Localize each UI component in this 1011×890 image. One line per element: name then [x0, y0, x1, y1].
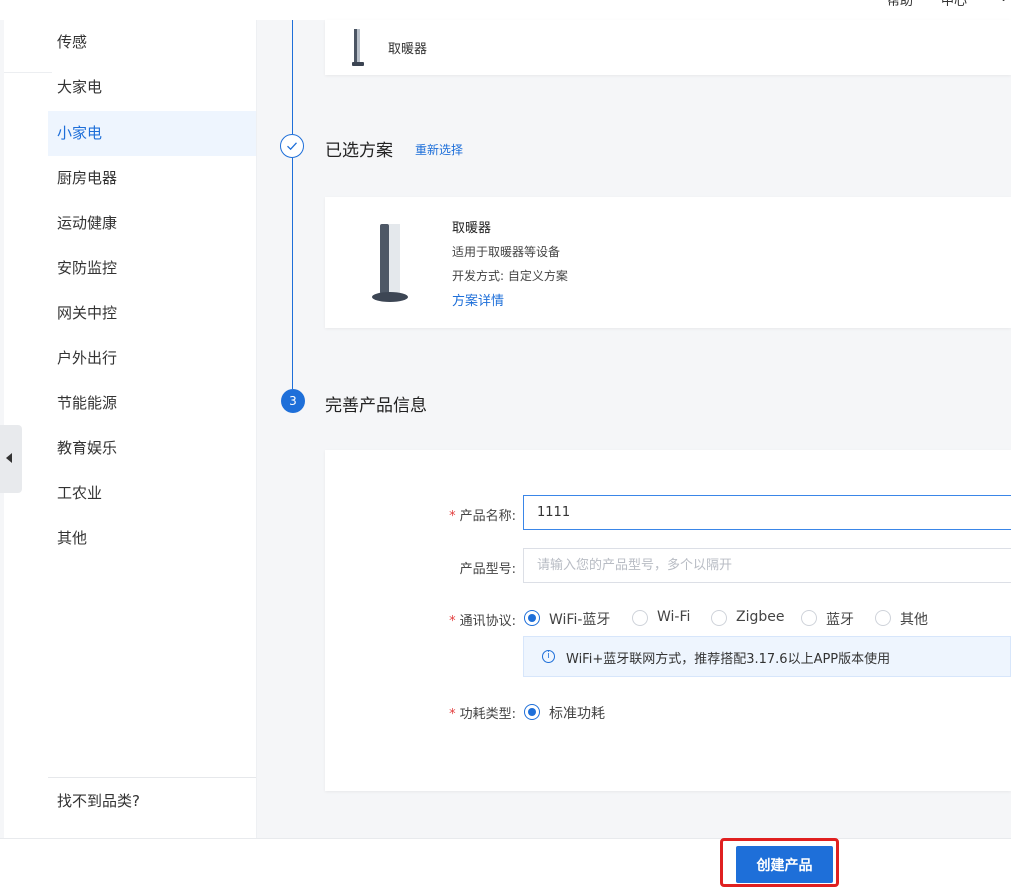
plan-detail-link[interactable]: 方案详情: [452, 290, 504, 309]
product-name-input[interactable]: [523, 495, 1011, 530]
power-type-label-text: 功耗类型:: [459, 707, 516, 722]
header-text-3[interactable]: ⌄: [998, 0, 1009, 5]
category-item-gateway[interactable]: 网关中控: [48, 291, 256, 336]
category-item-energy[interactable]: 节能能源: [48, 381, 256, 426]
category-item-other[interactable]: 其他: [48, 516, 256, 561]
plan-dev-mode: 开发方式: 自定义方案: [452, 269, 568, 283]
radio-selected-icon: [524, 610, 540, 626]
selected-product-card: [325, 20, 1011, 75]
heater-product-image: [372, 224, 408, 302]
radio-selected-icon: [524, 704, 540, 720]
radio-icon: [711, 610, 727, 626]
step3-title: 完善产品信息: [325, 396, 427, 416]
info-icon: i: [542, 650, 555, 663]
category-item-outdoor[interactable]: 户外出行: [48, 336, 256, 381]
chevron-left-icon: [6, 453, 12, 463]
radio-icon: [875, 610, 891, 626]
product-model-label: 产品型号:: [459, 562, 516, 577]
product-name-label: * 产品名称:: [366, 505, 516, 524]
required-mark: *: [449, 707, 456, 722]
protocol-tip: i WiFi+蓝牙联网方式，推荐搭配3.17.6以上APP版本使用: [523, 636, 1011, 677]
category-item-security[interactable]: 安防监控: [48, 246, 256, 291]
radio-label: Zigbee: [736, 609, 785, 625]
product-name-label-text: 产品名称:: [459, 509, 516, 524]
header-text-2[interactable]: 中心: [941, 0, 967, 6]
radio-label: WiFi-蓝牙: [549, 612, 611, 628]
radio-label: 蓝牙: [826, 612, 854, 628]
footer-bar: [0, 838, 1011, 890]
plan-description: 适用于取暖器等设备: [452, 245, 561, 259]
top-card-product-name: 取暖器: [388, 42, 428, 57]
radio-label: 其他: [900, 612, 928, 628]
required-mark: *: [449, 614, 456, 629]
category-not-found-link[interactable]: 找不到品类?: [57, 790, 140, 811]
category-item-kitchen[interactable]: 厨房电器: [48, 156, 256, 201]
top-bar: 帮助 中心 ⌄: [0, 0, 1011, 20]
sidebar-border: [4, 72, 52, 73]
reselect-link[interactable]: 重新选择: [415, 141, 463, 158]
category-item-sensor[interactable]: 传感: [48, 20, 256, 65]
category-item-large-appliance[interactable]: 大家电: [48, 65, 256, 110]
product-model-input[interactable]: [523, 548, 1011, 583]
selected-plan-card: [325, 197, 1011, 328]
sidebar-divider: [48, 777, 256, 778]
step-number-badge: 3: [281, 389, 305, 413]
category-item-industry[interactable]: 工农业: [48, 471, 256, 516]
protocol-label: * 通讯协议:: [366, 610, 516, 629]
required-mark: *: [449, 509, 456, 524]
power-type-label: * 功耗类型:: [366, 703, 516, 722]
create-product-button[interactable]: 创建产品: [736, 846, 833, 883]
plan-name: 取暖器: [452, 221, 492, 236]
radio-label: 标准功耗: [549, 706, 605, 722]
header-partial-text: 帮助 中心 ⌄: [871, 0, 1011, 6]
heater-thumbnail-icon: [352, 29, 364, 66]
category-item-sport-health[interactable]: 运动健康: [48, 201, 256, 246]
category-item-education[interactable]: 教育娱乐: [48, 426, 256, 471]
protocol-label-text: 通讯协议:: [459, 614, 516, 629]
radio-icon: [801, 610, 817, 626]
radio-icon: [632, 610, 648, 626]
protocol-tip-text: WiFi+蓝牙联网方式，推荐搭配3.17.6以上APP版本使用: [566, 652, 891, 667]
category-sidebar: 传感 大家电 小家电 厨房电器 运动健康 安防监控 网关中控 户外出行 节能能源…: [4, 20, 257, 838]
sidebar-collapse-toggle[interactable]: [0, 425, 22, 493]
step-line-2: [292, 158, 293, 389]
selected-plan-title: 已选方案: [325, 141, 393, 161]
category-item-small-appliance[interactable]: 小家电: [48, 111, 256, 156]
header-text-1[interactable]: 帮助: [887, 0, 913, 6]
radio-label: Wi-Fi: [657, 609, 691, 625]
step-complete-check-icon: [280, 134, 304, 158]
step-line-1: [292, 20, 293, 134]
